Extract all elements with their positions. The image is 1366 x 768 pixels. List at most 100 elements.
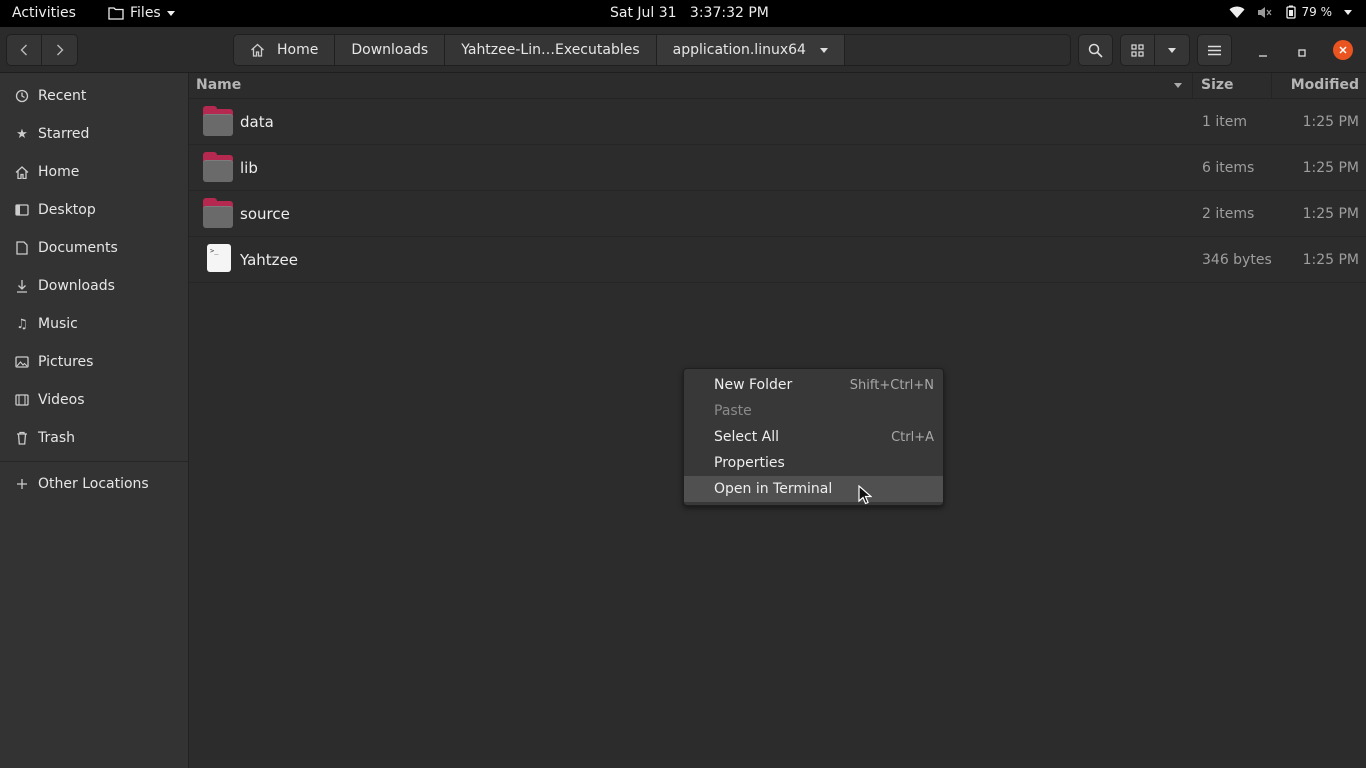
back-button[interactable] (6, 34, 42, 66)
sort-descending-icon (1174, 83, 1182, 88)
home-icon (251, 43, 264, 57)
app-menu-button[interactable]: Files (108, 5, 175, 21)
column-header-name[interactable]: Name (196, 77, 241, 93)
path-crumb-label: application.linux64 (672, 42, 806, 58)
search-icon (1088, 43, 1103, 58)
desktop-icon (14, 204, 30, 216)
download-icon (14, 279, 30, 293)
menu-item-open-in-terminal[interactable]: Open in Terminal (684, 476, 943, 502)
chevron-down-icon (819, 47, 828, 53)
star-icon: ★ (16, 126, 28, 142)
file-size: 6 items (1202, 160, 1255, 176)
sidebar-item-desktop[interactable]: Desktop (0, 191, 188, 229)
menu-item-label: New Folder (714, 377, 793, 393)
app-menu-label: Files (130, 5, 161, 21)
battery-percentage: 79 % (1301, 5, 1333, 19)
sidebar-item-pictures[interactable]: Pictures (0, 343, 188, 381)
minimize-button[interactable] (1253, 43, 1273, 63)
system-tray[interactable]: 79 % (1229, 5, 1352, 19)
file-size: 2 items (1202, 206, 1255, 222)
close-window-button[interactable] (1333, 40, 1353, 60)
path-crumb-home[interactable]: Home (234, 35, 336, 65)
close-icon (1339, 46, 1347, 54)
sidebar-item-label: Downloads (38, 278, 115, 294)
sidebar-divider (0, 461, 188, 462)
battery-icon (1285, 5, 1296, 19)
system-menu-arrow-icon (1344, 9, 1352, 15)
sidebar-item-label: Recent (38, 88, 87, 104)
home-icon (14, 165, 30, 179)
sidebar-item-starred[interactable]: ★ Starred (0, 115, 188, 153)
search-button[interactable] (1078, 34, 1113, 66)
plus-icon (14, 478, 30, 490)
sidebar-item-label: Videos (38, 392, 85, 408)
top-bar: Activities Files Sat Jul 31 3:37:32 PM 7… (0, 0, 1366, 27)
menu-item-new-folder[interactable]: New Folder Shift+Ctrl+N (684, 372, 943, 398)
sidebar-item-label: Documents (38, 240, 118, 256)
sidebar-item-music[interactable]: ♫ Music (0, 305, 188, 343)
header-bar: Home Downloads Yahtzee-Lin…Executables a… (0, 27, 1366, 73)
file-name: source (240, 205, 290, 223)
menu-item-label: Open in Terminal (714, 481, 833, 497)
wifi-icon (1229, 6, 1244, 18)
file-modified: 1:25 PM (1302, 206, 1359, 222)
view-options-button[interactable] (1155, 34, 1190, 66)
sidebar-item-recent[interactable]: Recent (0, 77, 188, 115)
sidebar-item-other-locations[interactable]: Other Locations (0, 465, 188, 503)
clock-icon (14, 89, 30, 103)
path-crumb-downloads[interactable]: Downloads (335, 35, 446, 65)
grid-view-button[interactable] (1120, 34, 1155, 66)
column-header-size[interactable]: Size (1201, 77, 1234, 93)
file-name: lib (240, 159, 258, 177)
table-row[interactable]: data 1 item 1:25 PM (189, 99, 1366, 145)
menu-item-label: Paste (714, 403, 752, 419)
sidebar-item-label: Home (38, 164, 80, 180)
volume-muted-icon (1257, 6, 1271, 18)
sidebar-item-label: Music (38, 316, 78, 332)
menu-item-paste[interactable]: Paste (684, 398, 943, 424)
menu-item-label: Select All (714, 429, 779, 445)
column-headers: Name Size Modified (189, 73, 1366, 99)
clock[interactable]: Sat Jul 31 3:37:32 PM (610, 5, 769, 21)
file-modified: 1:25 PM (1302, 114, 1359, 130)
file-name: data (240, 113, 274, 131)
sidebar-item-documents[interactable]: Documents (0, 229, 188, 267)
forward-button[interactable] (42, 34, 78, 66)
sidebar-item-label: Desktop (38, 202, 96, 218)
path-bar: Home Downloads Yahtzee-Lin…Executables a… (233, 34, 1071, 66)
sidebar-item-label: Trash (38, 430, 75, 446)
maximize-icon (1298, 49, 1306, 57)
column-header-modified[interactable]: Modified (1291, 77, 1359, 93)
sidebar-item-trash[interactable]: Trash (0, 419, 188, 457)
column-divider[interactable] (1192, 73, 1193, 99)
picture-icon (14, 356, 30, 368)
file-name: Yahtzee (240, 251, 299, 269)
column-divider[interactable] (1271, 73, 1272, 99)
file-modified: 1:25 PM (1302, 252, 1359, 268)
sidebar-item-label: Pictures (38, 354, 94, 370)
trash-icon (14, 431, 30, 445)
context-menu: New Folder Shift+Ctrl+N Paste Select All… (683, 368, 944, 506)
menu-item-select-all[interactable]: Select All Ctrl+A (684, 424, 943, 450)
sidebar: Recent ★ Starred Home Desktop Documents … (0, 73, 189, 768)
table-row[interactable]: source 2 items 1:25 PM (189, 191, 1366, 237)
menu-item-label: Properties (714, 455, 785, 471)
grid-view-icon (1131, 43, 1144, 57)
folder-icon (203, 198, 233, 228)
table-row[interactable]: >_ Yahtzee 346 bytes 1:25 PM (189, 237, 1366, 283)
activities-button[interactable]: Activities (12, 5, 76, 21)
menu-item-shortcut: Shift+Ctrl+N (849, 377, 934, 393)
path-crumb-label: Yahtzee-Lin…Executables (461, 42, 640, 58)
path-crumb-label: Downloads (351, 42, 429, 58)
sidebar-item-downloads[interactable]: Downloads (0, 267, 188, 305)
main-menu-button[interactable] (1197, 34, 1232, 66)
file-size: 1 item (1202, 114, 1247, 130)
folder-icon (203, 152, 233, 182)
menu-item-properties[interactable]: Properties (684, 450, 943, 476)
sidebar-item-home[interactable]: Home (0, 153, 188, 191)
maximize-button[interactable] (1292, 43, 1312, 63)
path-crumb-current[interactable]: application.linux64 (656, 35, 845, 65)
sidebar-item-videos[interactable]: Videos (0, 381, 188, 419)
path-crumb-yahtzee[interactable]: Yahtzee-Lin…Executables (445, 35, 657, 65)
table-row[interactable]: lib 6 items 1:25 PM (189, 145, 1366, 191)
